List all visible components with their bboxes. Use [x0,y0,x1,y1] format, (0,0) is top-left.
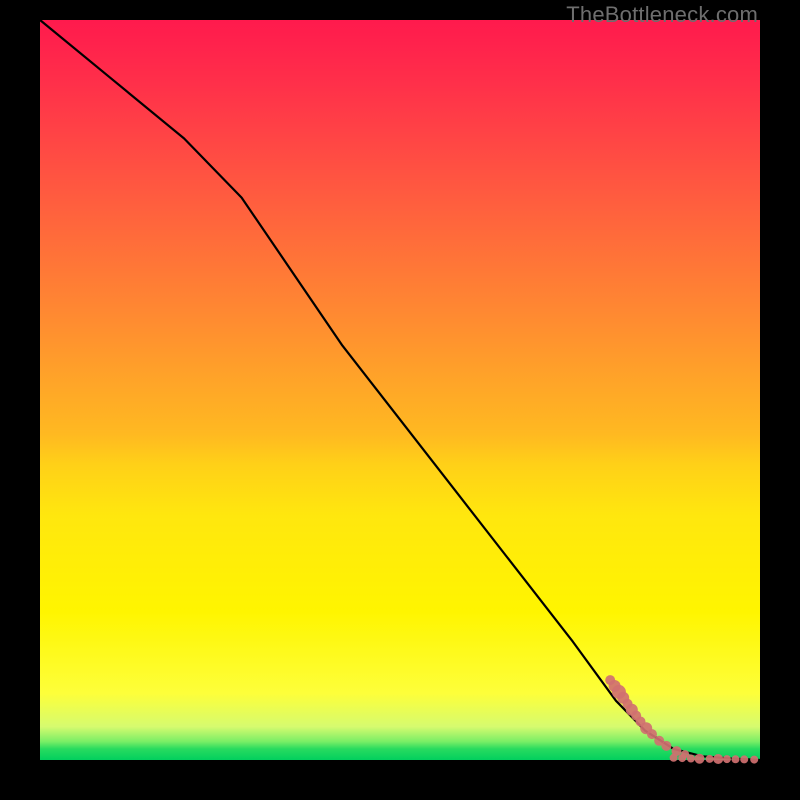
scatter-dot [732,755,740,763]
scatter-dot [661,741,671,751]
chart-frame: TheBottleneck.com [0,0,800,800]
bottleneck-curve [40,20,760,760]
scatter-dot [695,754,705,764]
scatter-dot [723,755,731,763]
scatter-dot [670,754,678,762]
chart-overlay [40,20,760,760]
scatter-dot [750,756,758,764]
scatter-dot [740,755,748,763]
scatter-dot [706,755,714,763]
scatter-dot [713,754,723,764]
scatter-dot [687,755,695,763]
scatter-dot [678,754,686,762]
